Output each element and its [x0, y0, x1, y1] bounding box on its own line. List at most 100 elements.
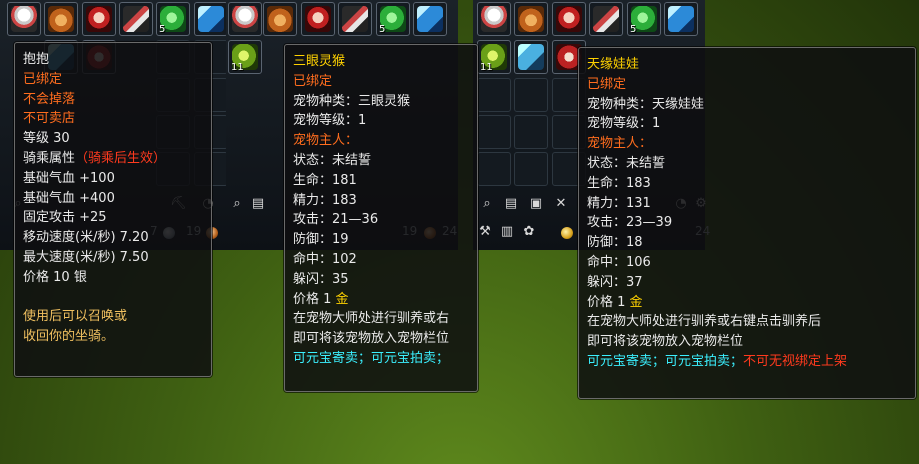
inventory-slot-brush[interactable] [589, 2, 623, 36]
tooltip-line: 抱抱 [23, 50, 203, 70]
crystal-item-icon [518, 44, 544, 70]
search-icon[interactable]: ⌕ [229, 196, 245, 212]
tooltip-text: 固定攻击 +25 [23, 210, 107, 226]
inventory-slot-monkey[interactable] [263, 2, 297, 36]
inventory-slot-chef[interactable] [7, 2, 41, 36]
inventory-slot-doll[interactable] [552, 2, 586, 36]
stack-count: 11 [231, 62, 244, 73]
tooltip-text: 金 [335, 291, 349, 307]
tooltip-line: 即可将该宠物放入宠物栏位 [587, 332, 907, 352]
tooltip-line: 躲闪：35 [293, 270, 469, 290]
tooltip-text: 在宠物大师处进行驯养或右 [293, 311, 450, 327]
tooltip-line: 价格 1 金 [293, 290, 469, 310]
crystal-box-icon [668, 6, 694, 32]
tooltip-line: 精力：131 [587, 194, 907, 214]
inventory-slot-empty[interactable] [477, 78, 511, 112]
cart-icon[interactable]: ⚒ [477, 224, 493, 240]
chef-pet-icon [11, 6, 37, 32]
tooltip-line [23, 288, 203, 308]
tooltip-line: 骑乘属性（骑乘后生效） [23, 149, 203, 169]
inventory-slot-box[interactable] [194, 2, 228, 36]
chef-pet-icon [232, 6, 258, 32]
tooltip-text: 防御：18 [587, 235, 643, 251]
inventory-slot-doll[interactable] [301, 2, 335, 36]
tooltip-text: 天缘娃娃 [587, 57, 640, 72]
tooltip-lines: 三眼灵猴 已绑定 宠物种类：三眼灵猴 宠物等级：1 宠物主人： 状态：未结誓 生命：181 精… [293, 52, 469, 369]
inventory-slot-box[interactable] [413, 2, 447, 36]
inventory-slot-crystal[interactable] [514, 40, 548, 74]
tooltip-line: 防御：18 [587, 233, 907, 253]
brush-item-icon [342, 6, 368, 32]
tooltip-text: 银 [73, 269, 87, 285]
tooltip-text: 即可将该宠物放入宠物栏位 [587, 334, 744, 350]
inventory-slot-jade[interactable]: 5 [156, 2, 190, 36]
tooltip-text: 生命：183 [587, 175, 651, 191]
tooltip-line: 宠物等级：1 [293, 111, 469, 131]
tooltip-text: 三眼灵猴 [293, 54, 346, 69]
tooltip-line: 精力：183 [293, 191, 469, 211]
inventory-slot-doll[interactable] [82, 2, 116, 36]
tooltip-line: 已绑定 [293, 72, 469, 92]
tooltip-line: 使用后可以召唤或 [23, 307, 203, 327]
brush-item-icon [593, 6, 619, 32]
doll-pet-icon [305, 6, 331, 32]
tooltip-text: 不可卖店 [23, 111, 76, 127]
inventory-slot-leaf[interactable]: 11 [477, 40, 511, 74]
inventory-slot-empty[interactable] [514, 115, 548, 149]
tooltip-line: 命中：102 [293, 250, 469, 270]
inventory-slot-monkey[interactable] [44, 2, 78, 36]
tooltip-line: 宠物主人： [293, 131, 469, 151]
tooltip-text: 宠物等级：1 [587, 116, 661, 132]
inventory-slot-empty[interactable] [477, 115, 511, 149]
tooltip-text: 状态：未结誓 [293, 152, 372, 168]
tooltip-text: 命中：106 [587, 254, 651, 270]
tooltip-line: 可元宝寄卖；可元宝拍卖； [293, 349, 469, 369]
inventory-slot-box[interactable] [664, 2, 698, 36]
tools-icon[interactable]: ✕ [553, 196, 569, 212]
inventory-slot-empty[interactable] [514, 152, 548, 186]
tooltip-line: 状态：未结誓 [587, 154, 907, 174]
tooltip-text: 已绑定 [293, 73, 333, 89]
tooltip-line: 宠物种类：三眼灵猴 [293, 92, 469, 112]
inventory-slot-leaf[interactable]: 11 [228, 40, 262, 74]
tooltip-text: 抱抱 [23, 52, 50, 67]
tooltip-line: 价格 1 金 [587, 293, 907, 313]
inventory-slot-jade[interactable]: 5 [376, 2, 410, 36]
tooltip-text: 攻击：23—39 [587, 215, 673, 231]
tooltip-line: 即可将该宠物放入宠物栏位 [293, 329, 469, 349]
tooltip-text: 基础气血 +400 [23, 190, 115, 206]
tooltip-text: 价格 10 [23, 269, 74, 285]
tooltip-text: 等级 30 [23, 131, 70, 147]
tooltip-line: 防御：19 [293, 230, 469, 250]
paw-icon[interactable]: ✿ [521, 224, 537, 240]
tooltip-line: 生命：183 [587, 174, 907, 194]
inventory-slot-chef[interactable] [477, 2, 511, 36]
tooltip-text: 可元宝寄卖；可元宝拍卖； [293, 350, 450, 366]
inventory-slot-monkey[interactable] [514, 2, 548, 36]
tooltip-text: 攻击：21—36 [293, 212, 379, 228]
inventory-slot-jade[interactable]: 5 [627, 2, 661, 36]
bag-icon[interactable]: ▤ [503, 196, 519, 212]
tooltip-text: 使用后可以召唤或 [23, 309, 128, 325]
tooltip-line: 在宠物大师处进行驯养或右键点击驯养后 [587, 312, 907, 332]
tooltip-text: 骑乘属性 [23, 150, 76, 166]
inventory-slot-chef[interactable] [228, 2, 262, 36]
tooltip-text: 可元宝寄卖；可元宝拍卖； [587, 353, 744, 369]
tooltip-text: 躲闪：37 [587, 274, 643, 290]
bag-icon[interactable]: ▤ [250, 196, 266, 212]
search-icon[interactable]: ⌕ [479, 196, 495, 212]
tooltip-text: 状态：未结誓 [587, 155, 666, 171]
inventory-slot-empty[interactable] [514, 78, 548, 112]
chest-icon[interactable]: ▣ [528, 196, 544, 212]
inventory-slot-brush[interactable] [119, 2, 153, 36]
tooltip-lines: 天缘娃娃 已绑定 宠物种类：天缘娃娃 宠物等级：1 宠物主人： 状态：未结誓 生命：183 精… [587, 55, 907, 372]
inventory-slot-empty[interactable] [477, 152, 511, 186]
scroll-icon[interactable]: ▥ [499, 224, 515, 240]
tooltip-text: 防御：19 [293, 232, 349, 248]
tooltip-line: 已绑定 [587, 75, 907, 95]
tooltip-line: 宠物等级：1 [587, 114, 907, 134]
tooltip-line: 攻击：21—36 [293, 210, 469, 230]
inventory-slot-brush[interactable] [338, 2, 372, 36]
tooltip-line: 躲闪：37 [587, 273, 907, 293]
monkey-pet-icon [518, 6, 544, 32]
